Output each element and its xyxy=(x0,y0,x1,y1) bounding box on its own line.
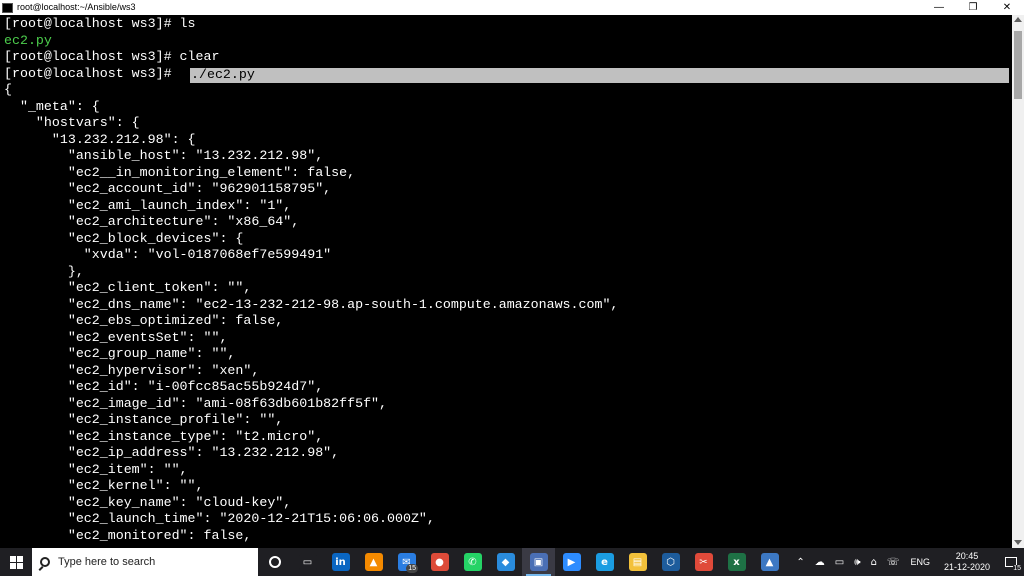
taskbar-app-photos[interactable]: ▲ xyxy=(753,548,786,576)
terminal-line: "ec2_account_id": "962901158795", xyxy=(4,181,332,196)
zoom-icon: ▶ xyxy=(562,553,581,571)
terminal-line: "ansible_host": "13.232.212.98", xyxy=(4,148,324,163)
terminal-line: { xyxy=(4,82,12,97)
minimize-button[interactable]: — xyxy=(922,0,956,15)
taskbar-app-snipping-tool[interactable]: ✂ xyxy=(687,548,720,576)
terminal-line: "ec2_ami_launch_index": "1", xyxy=(4,197,292,213)
terminal-line: "ec2_instance_profile": "", xyxy=(4,412,284,427)
terminal-line: "ec2_key_name": "cloud-key", xyxy=(4,494,292,510)
window-titlebar: root@localhost:~/Ansible/ws3 — ❐ ✕ xyxy=(0,0,1024,15)
chrome-icon: ● xyxy=(430,553,449,571)
terminal-line: [root@localhost ws3]# ls xyxy=(4,16,196,31)
file-listing-line: ec2.py xyxy=(4,32,52,48)
taskbar-app-edge[interactable]: e xyxy=(588,548,621,576)
taskbar-search-box[interactable]: Type here to search xyxy=(32,548,258,576)
terminal-line: }, xyxy=(4,263,84,279)
vlc-icon: ▲ xyxy=(364,553,383,571)
terminal-line: "ec2_image_id": "ami-08f63db601b82ff5f", xyxy=(4,395,388,411)
taskbar-app-network-app[interactable]: ▣ xyxy=(522,548,555,576)
cortana-button[interactable] xyxy=(258,548,291,576)
terminal-line: [root@localhost ws3]# clear xyxy=(4,49,220,64)
terminal-line: "ec2_item": "", xyxy=(4,461,188,477)
task-view-icon: ▭ xyxy=(298,553,317,571)
onedrive-icon[interactable]: ☁ xyxy=(815,557,825,568)
windows-taskbar: Type here to search ▭ in ▲ ✉ 15 ● ✆ ◆ ▣ ▶ e ▤ ⬡ ✂ x ▲ ⌃… xyxy=(0,548,1024,576)
terminal-line: "ec2_instance_type": "t2.micro", xyxy=(4,428,324,444)
action-center-button[interactable]: 15 xyxy=(998,548,1024,576)
scroll-down-arrow-icon[interactable] xyxy=(1014,540,1022,545)
taskbar-app-zoom[interactable]: ▶ xyxy=(555,548,588,576)
terminal-line: "ec2_ebs_optimized": false, xyxy=(4,313,284,328)
terminal-line: "ec2__in_monitoring_element": false, xyxy=(4,164,356,180)
virtualbox-icon: ⬡ xyxy=(661,553,680,571)
vertical-scrollbar[interactable] xyxy=(1012,15,1024,548)
photos-icon: ▲ xyxy=(760,553,779,571)
cortana-circle-icon xyxy=(268,556,281,568)
notification-count: 15 xyxy=(1013,565,1021,572)
terminal-line: "ec2_block_devices": { xyxy=(4,230,244,246)
terminal-line: "13.232.212.98": { xyxy=(4,131,196,147)
scrollbar-thumb[interactable] xyxy=(1014,31,1022,99)
terminal-line: [root@localhost ws3]# xyxy=(4,65,180,81)
network-icon[interactable]: ⌂ xyxy=(871,557,877,568)
app-badge-count: 15 xyxy=(406,564,418,573)
show-hidden-icons-chevron-icon[interactable]: ⌃ xyxy=(796,557,804,568)
network-app-icon: ▣ xyxy=(529,553,548,571)
file-explorer-icon: ▤ xyxy=(628,553,647,571)
system-tray: ⌃ ☁ ▭ 🕪 ⌂ ☏ ENG 20:45 21-12-2020 15 xyxy=(791,548,1024,576)
clock-date: 21-12-2020 xyxy=(943,562,990,572)
windows-logo-icon xyxy=(9,555,23,569)
vscode-icon: ◆ xyxy=(496,553,515,571)
snipping-tool-icon: ✂ xyxy=(694,553,713,571)
text-selection-highlight xyxy=(190,68,1009,83)
taskbar-app-outlook[interactable]: ✉ 15 xyxy=(390,548,423,576)
terminal-output[interactable]: [root@localhost ws3]# ls ec2.py [root@loca… xyxy=(0,15,1012,548)
terminal-line: "ec2_dns_name": "ec2-13-232-212-98.ap-so… xyxy=(4,296,619,312)
taskbar-app-excel[interactable]: x xyxy=(720,548,753,576)
taskbar-app-virtualbox[interactable]: ⬡ xyxy=(654,548,687,576)
taskbar-app-file-explorer[interactable]: ▤ xyxy=(621,548,654,576)
selected-command-text: ./ec2.py xyxy=(191,67,255,82)
terminal-line: "xvda": "vol-0187068ef7e599491" xyxy=(4,247,332,262)
terminal-line: "hostvars": { xyxy=(4,115,140,130)
terminal-line: "ec2_client_token": "", xyxy=(4,280,252,295)
terminal-line: "ec2_eventsSet": "", xyxy=(4,329,228,345)
search-icon xyxy=(40,557,50,567)
start-button[interactable] xyxy=(0,548,32,576)
scroll-up-arrow-icon[interactable] xyxy=(1014,17,1022,22)
clock-time: 20:45 xyxy=(955,551,979,561)
input-language-indicator[interactable]: ENG xyxy=(910,557,930,567)
taskbar-app-vscode[interactable]: ◆ xyxy=(489,548,522,576)
terminal-line: "ec2_ip_address": "13.232.212.98", xyxy=(4,445,340,460)
terminal-line: "ec2_architecture": "x86_64", xyxy=(4,214,300,229)
terminal-line: "ec2_group_name": "", xyxy=(4,346,236,361)
maximize-button[interactable]: ❐ xyxy=(956,0,990,15)
taskbar-app-task-view[interactable]: ▭ xyxy=(291,548,324,576)
taskbar-app-whatsapp[interactable]: ✆ xyxy=(456,548,489,576)
terminal-app-icon xyxy=(2,2,13,13)
terminal-line: "ec2_launch_time": "2020-12-21T15:06:06.… xyxy=(4,511,435,526)
search-placeholder: Type here to search xyxy=(58,556,156,568)
excel-icon: x xyxy=(727,553,746,571)
window-controls: — ❐ ✕ xyxy=(922,0,1024,15)
terminal-line: "ec2_monitored": false, xyxy=(4,527,252,543)
terminal-line: "ec2_id": "i-00fcc85ac55b924d7", xyxy=(4,379,324,394)
terminal-line: "ec2_kernel": "", xyxy=(4,478,204,493)
close-button[interactable]: ✕ xyxy=(990,0,1024,15)
window-title: root@localhost:~/Ansible/ws3 xyxy=(17,2,136,12)
taskbar-app-chrome[interactable]: ● xyxy=(423,548,456,576)
battery-icon[interactable]: ▭ xyxy=(835,557,844,568)
taskbar-app-linkedin[interactable]: in xyxy=(324,548,357,576)
terminal-line: "ec2_hypervisor": "xen", xyxy=(4,362,260,378)
taskbar-app-vlc[interactable]: ▲ xyxy=(357,548,390,576)
whatsapp-icon: ✆ xyxy=(463,553,482,571)
edge-icon: e xyxy=(595,553,614,571)
terminal-line: "_meta": { xyxy=(4,98,100,114)
linkedin-icon: in xyxy=(331,553,350,571)
phone-link-icon[interactable]: ☏ xyxy=(887,557,900,568)
system-clock[interactable]: 20:45 21-12-2020 xyxy=(944,551,990,573)
volume-icon[interactable]: 🕪 xyxy=(854,557,860,568)
